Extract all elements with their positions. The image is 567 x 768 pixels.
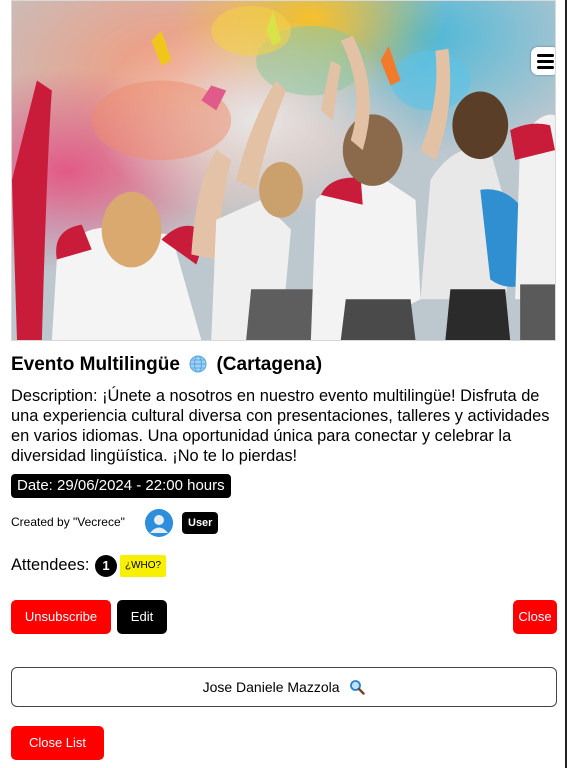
hamburger-menu-icon: [536, 53, 554, 57]
unsubscribe-button[interactable]: Unsubscribe: [11, 600, 111, 634]
event-photo: [11, 0, 556, 341]
date-badge: Date: 29/06/2024 - 22:00 hours: [11, 474, 231, 498]
event-photo-image: [12, 1, 555, 340]
globe-icon: [189, 355, 207, 379]
event-title-text: Evento Multilingüe: [11, 354, 180, 375]
attendee-list-item[interactable]: Jose Daniele Mazzola: [11, 667, 557, 707]
attendee-name: Jose Daniele Mazzola: [202, 679, 340, 695]
event-description: Description: ¡Únete a nosotros en nuestr…: [11, 387, 550, 465]
edit-button[interactable]: Edit: [117, 600, 167, 634]
menu-button[interactable]: [531, 47, 555, 75]
attendees-label: Attendees:: [11, 556, 90, 574]
attendees-count-badge: 1: [95, 555, 117, 577]
magnifier-icon[interactable]: [349, 671, 366, 709]
created-by-label: Created by "Vecrece": [11, 515, 125, 529]
user-avatar-icon[interactable]: [145, 509, 173, 537]
who-button[interactable]: ¿WHO?: [120, 555, 167, 577]
event-title: Evento Multilingüe (Cartagena): [11, 354, 322, 379]
role-badge: User: [182, 512, 219, 534]
event-city: (Cartagena): [216, 354, 323, 375]
close-button[interactable]: Close: [513, 600, 557, 634]
close-list-button[interactable]: Close List: [11, 726, 104, 760]
